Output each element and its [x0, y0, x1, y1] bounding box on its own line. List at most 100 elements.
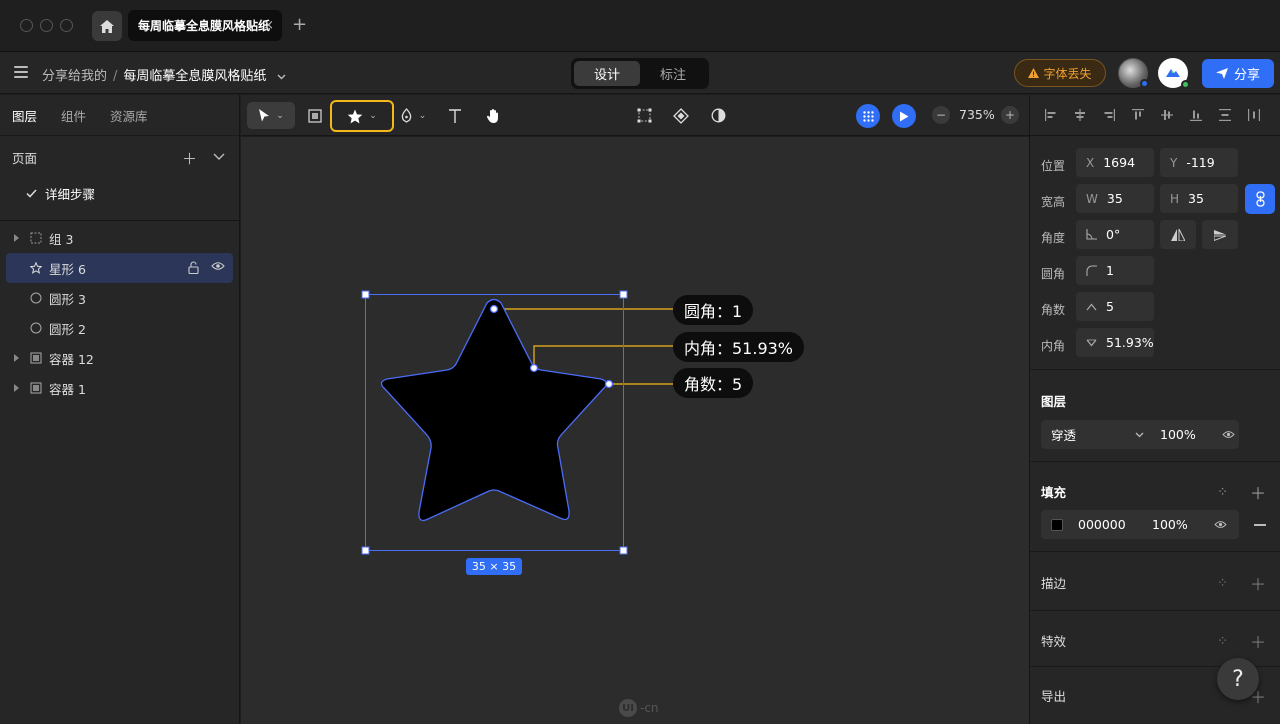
y-field[interactable]: Y -119 — [1160, 148, 1238, 177]
styles-icon[interactable]: ⁘ — [1217, 485, 1228, 500]
prototype-play-button[interactable] — [892, 104, 916, 128]
add-fill-icon[interactable]: ＋ — [1250, 480, 1266, 504]
blend-mode-value[interactable]: 穿透 — [1051, 425, 1135, 444]
tab-design[interactable]: 设计 — [574, 61, 640, 86]
zoom-level[interactable]: 735% — [959, 107, 995, 122]
align-center-horizontal-icon[interactable] — [1074, 109, 1086, 121]
align-right-icon[interactable] — [1103, 109, 1115, 121]
expand-arrow-icon[interactable] — [14, 234, 19, 242]
h-value: 35 — [1188, 191, 1204, 206]
divider — [1030, 369, 1280, 370]
zoom-out-button[interactable]: − — [932, 106, 950, 124]
component-button[interactable] — [671, 102, 691, 129]
chevron-down-icon[interactable] — [213, 153, 225, 161]
font-missing-button[interactable]: 字体丢失 — [1014, 59, 1106, 87]
hand-tool[interactable] — [483, 102, 503, 129]
add-effect-icon[interactable]: ＋ — [1250, 629, 1266, 653]
unlock-icon[interactable] — [188, 261, 199, 274]
frame-tool[interactable] — [305, 102, 325, 129]
send-icon — [1215, 68, 1228, 79]
avatar[interactable] — [1158, 58, 1190, 89]
tab-annotate[interactable]: 标注 — [640, 61, 706, 86]
window-minimize-button[interactable] — [40, 19, 53, 32]
layer-item[interactable]: 容器 12 — [0, 343, 239, 373]
inner-ratio-field[interactable]: 51.93% — [1076, 328, 1154, 357]
layer-item-selected[interactable]: 星形 6 — [6, 253, 233, 283]
align-left-icon[interactable] — [1045, 109, 1057, 121]
align-bottom-icon[interactable] — [1190, 109, 1202, 121]
corner-radius-field[interactable]: 1 — [1076, 256, 1154, 285]
fill-swatch[interactable] — [1051, 518, 1063, 531]
height-field[interactable]: H 35 — [1160, 184, 1238, 213]
bounding-box-icon — [637, 108, 651, 123]
breadcrumb-current[interactable]: 每周临摹全息膜风格贴纸 — [123, 69, 266, 84]
remove-fill-icon[interactable] — [1254, 524, 1266, 526]
layer-item[interactable]: 圆形 3 — [0, 283, 239, 313]
home-button[interactable] — [92, 11, 122, 41]
width-field[interactable]: W 35 — [1076, 184, 1154, 213]
flip-vertical-button[interactable] — [1202, 220, 1238, 249]
chevron-down-icon[interactable]: ⌄ — [419, 111, 427, 121]
warning-icon — [1028, 68, 1040, 78]
blend-mode-field[interactable]: 穿透 100% — [1041, 420, 1239, 449]
chevron-down-icon[interactable] — [277, 74, 286, 80]
chevron-down-icon[interactable] — [1135, 432, 1144, 438]
star-tool[interactable]: ⌄ — [330, 100, 394, 132]
zoom-in-button[interactable]: + — [1001, 106, 1019, 124]
tab-close-icon[interactable]: × — [263, 18, 274, 33]
text-tool[interactable] — [445, 102, 465, 129]
share-button[interactable]: 分享 — [1202, 59, 1274, 88]
mask-button[interactable] — [708, 102, 728, 129]
window-zoom-button[interactable] — [60, 19, 73, 32]
styles-icon[interactable]: ⁘ — [1217, 634, 1228, 649]
eye-icon[interactable] — [211, 261, 225, 271]
avatar[interactable] — [1118, 58, 1149, 88]
canvas[interactable]: 圆角：1 内角：51.93% 角数：5 35 × 35 UI -cn — [241, 137, 1029, 724]
star-shape — [380, 298, 608, 522]
chevron-down-icon[interactable]: ⌄ — [369, 111, 377, 121]
eye-icon[interactable] — [1222, 430, 1235, 439]
menu-icon[interactable] — [14, 66, 28, 78]
move-tool[interactable]: ⌄ — [247, 102, 295, 129]
font-missing-label: 字体丢失 — [1043, 66, 1092, 81]
point-count-field[interactable]: 5 — [1076, 292, 1154, 321]
fill-hex-value[interactable]: 000000 — [1078, 517, 1152, 532]
layer-item[interactable]: 容器 1 — [0, 373, 239, 403]
distribute-vertical-icon[interactable] — [1219, 109, 1231, 121]
constrain-proportions-button[interactable] — [1245, 184, 1275, 214]
selection-bounds-button[interactable] — [634, 102, 654, 129]
help-button[interactable]: ? — [1217, 658, 1259, 700]
add-stroke-icon[interactable]: ＋ — [1250, 571, 1266, 595]
styles-icon[interactable]: ⁘ — [1217, 576, 1228, 591]
fill-row[interactable]: 000000 100% — [1041, 510, 1239, 539]
x-field[interactable]: X 1694 — [1076, 148, 1154, 177]
document-tab[interactable]: 每周临摹全息膜风格贴纸 × — [128, 10, 282, 41]
share-label: 分享 — [1233, 68, 1260, 83]
expand-arrow-icon[interactable] — [14, 354, 19, 362]
layer-opacity-value[interactable]: 100% — [1160, 427, 1222, 442]
star-shape-selection[interactable] — [241, 137, 1029, 724]
eye-icon[interactable] — [1214, 520, 1227, 529]
window-close-button[interactable] — [20, 19, 33, 32]
distribute-horizontal-icon[interactable] — [1248, 109, 1260, 121]
angle-field[interactable]: 0° — [1076, 220, 1154, 249]
expand-arrow-icon[interactable] — [14, 384, 19, 392]
breadcrumb-parent[interactable]: 分享给我的 — [42, 69, 107, 84]
tab-assets[interactable]: 资源库 — [110, 106, 148, 125]
plugins-button[interactable] — [856, 104, 880, 128]
layer-item[interactable]: 组 3 — [0, 223, 239, 253]
align-top-icon[interactable] — [1132, 109, 1144, 121]
pen-tool[interactable]: ⌄ — [395, 102, 431, 129]
layer-item[interactable]: 圆形 2 — [0, 313, 239, 343]
add-page-icon[interactable]: ＋ — [182, 148, 197, 169]
flip-horizontal-button[interactable] — [1160, 220, 1196, 249]
resize-handle — [361, 290, 370, 299]
align-center-vertical-icon[interactable] — [1161, 109, 1173, 121]
chevron-down-icon[interactable]: ⌄ — [276, 111, 284, 121]
fill-opacity-value[interactable]: 100% — [1152, 517, 1214, 532]
tab-components[interactable]: 组件 — [61, 106, 86, 125]
tab-layers[interactable]: 图层 — [12, 106, 37, 125]
page-item[interactable]: 详细步骤 — [0, 178, 239, 208]
new-tab-button[interactable]: + — [292, 14, 307, 35]
flip-horizontal-icon — [1171, 228, 1185, 241]
